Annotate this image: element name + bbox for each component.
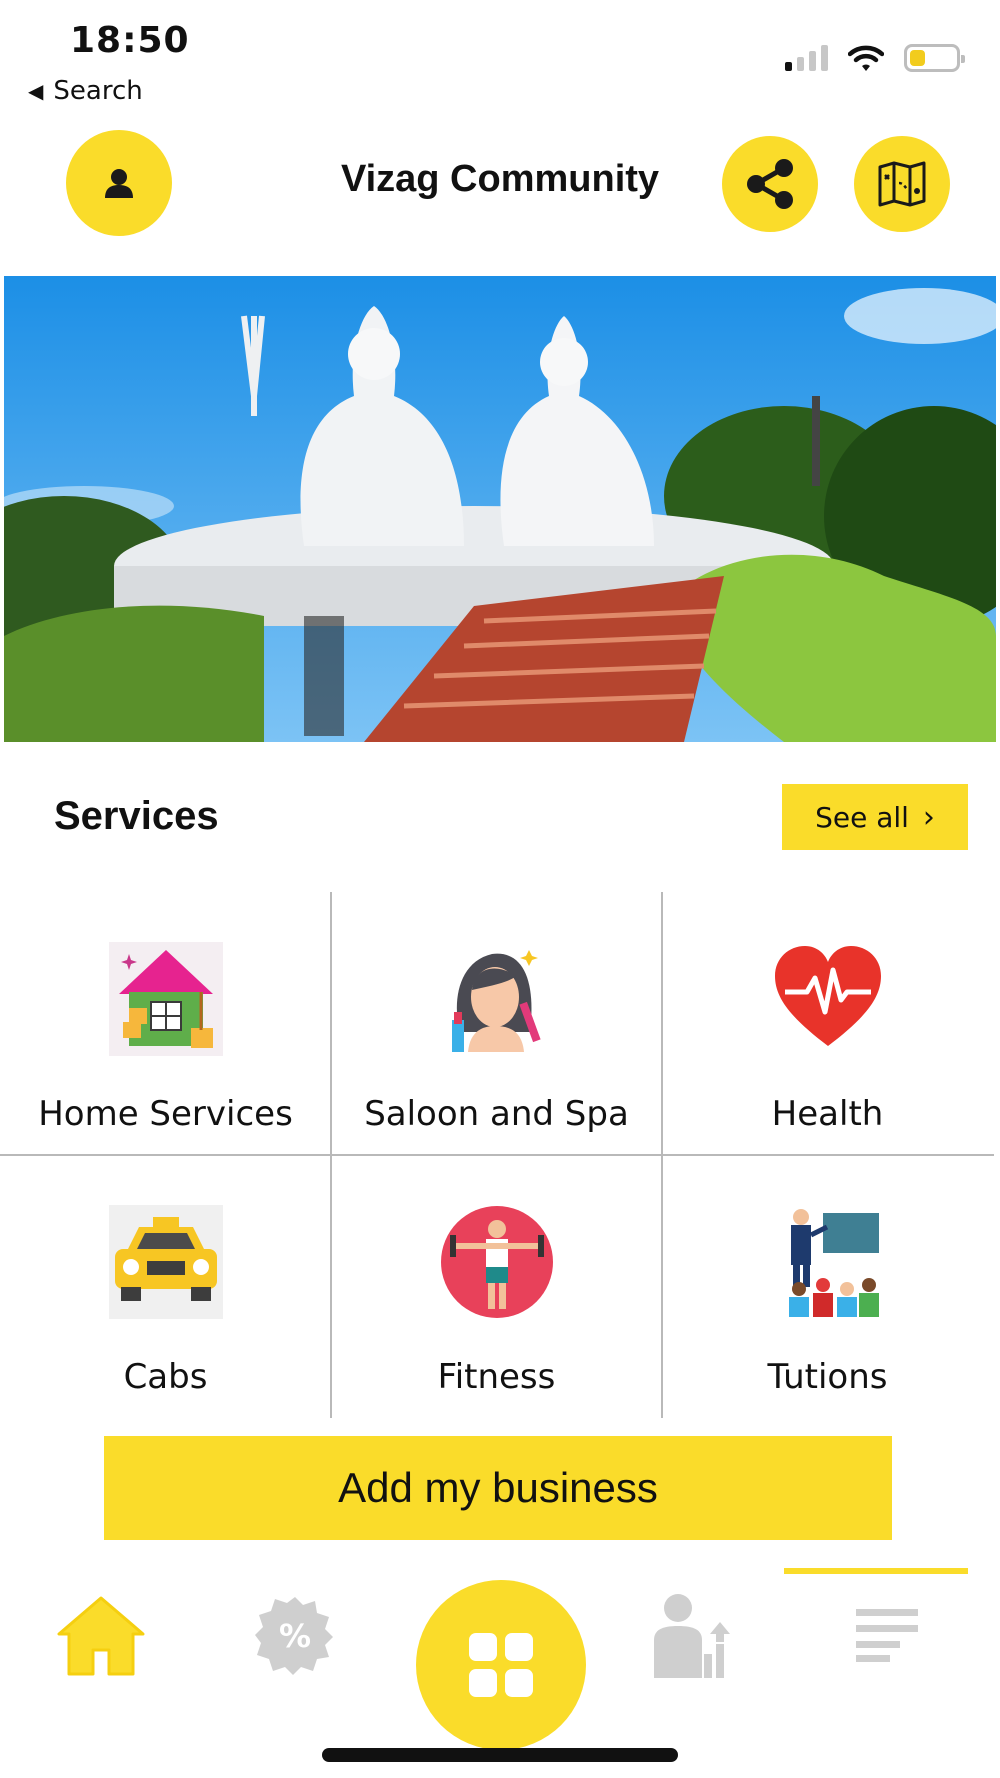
- cellular-signal-icon: [785, 45, 828, 71]
- saloon-spa-icon: [451, 950, 541, 1052]
- wifi-icon: [848, 45, 884, 71]
- fitness-icon: [440, 1206, 553, 1318]
- nav-offers[interactable]: %: [240, 1580, 350, 1690]
- status-time: 18:50: [70, 20, 190, 61]
- nav-menu[interactable]: [832, 1580, 942, 1690]
- svg-text:%: %: [279, 1617, 311, 1655]
- map-button[interactable]: [854, 136, 950, 232]
- service-label: Cabs: [123, 1357, 208, 1397]
- grid-icon: [469, 1633, 533, 1697]
- status-indicators: [785, 44, 965, 72]
- add-business-button[interactable]: Add my business: [104, 1436, 892, 1540]
- business-growth-icon: [654, 1594, 730, 1678]
- back-label: Search: [53, 76, 143, 106]
- back-to-search[interactable]: ◀ Search: [28, 76, 143, 106]
- service-tile-home-services[interactable]: Home Services: [0, 892, 331, 1155]
- service-tile-cabs[interactable]: Cabs: [0, 1155, 331, 1418]
- nav-categories-fab[interactable]: [416, 1580, 586, 1750]
- user-icon: [105, 169, 133, 198]
- service-label: Saloon and Spa: [364, 1094, 629, 1134]
- service-tile-tutions[interactable]: Tutions: [662, 1155, 993, 1418]
- share-icon: [747, 159, 793, 209]
- nav-home[interactable]: [46, 1580, 156, 1690]
- tab-indicator: [784, 1568, 968, 1574]
- service-tile-fitness[interactable]: Fitness: [331, 1155, 662, 1418]
- share-button[interactable]: [722, 136, 818, 232]
- profile-button[interactable]: [66, 130, 172, 236]
- map-icon: [878, 161, 926, 207]
- service-label: Health: [771, 1094, 884, 1134]
- battery-icon: [904, 44, 965, 72]
- service-label: Home Services: [38, 1094, 293, 1134]
- tutions-icon: [788, 1209, 879, 1317]
- see-all-label: See all: [815, 800, 909, 834]
- service-label: Tutions: [767, 1357, 888, 1397]
- home-services-icon: [108, 942, 223, 1056]
- banner-image: [4, 276, 996, 742]
- home-icon: [57, 1596, 145, 1676]
- menu-icon: [856, 1609, 918, 1662]
- health-heart-icon: [774, 946, 881, 1046]
- see-all-button[interactable]: See all ›: [782, 784, 968, 850]
- discount-icon: %: [255, 1597, 333, 1675]
- cab-icon: [108, 1205, 223, 1319]
- service-tile-health[interactable]: Health: [662, 892, 993, 1155]
- services-title: Services: [54, 794, 219, 838]
- service-tile-saloon-spa[interactable]: Saloon and Spa: [331, 892, 662, 1155]
- nav-business[interactable]: [636, 1580, 746, 1690]
- services-grid: Home Services Saloon and Spa Health Cabs…: [0, 892, 994, 1418]
- chevron-right-icon: ›: [922, 799, 935, 835]
- page-title: Vizag Community: [340, 158, 660, 200]
- service-label: Fitness: [437, 1357, 556, 1397]
- home-indicator: [322, 1748, 678, 1762]
- back-arrow-icon: ◀: [28, 79, 44, 103]
